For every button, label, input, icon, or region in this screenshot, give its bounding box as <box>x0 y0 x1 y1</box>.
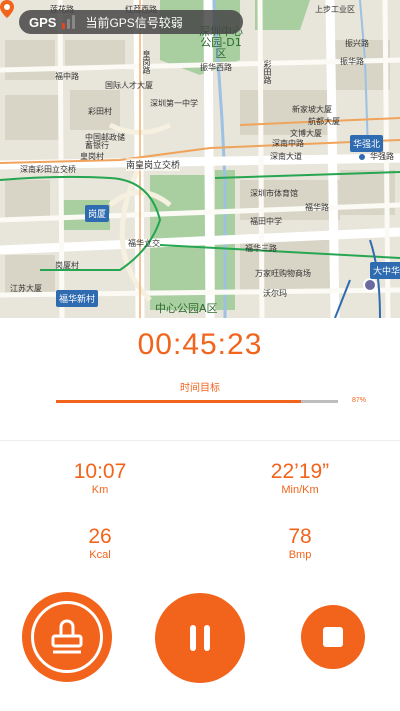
stop-button[interactable] <box>301 605 365 669</box>
map-label: 文博大厦 <box>290 129 322 138</box>
location-pin-icon[interactable] <box>0 0 14 18</box>
map-label: 福田中学 <box>250 217 282 226</box>
metro-station: 大中华立交桥 <box>370 262 400 279</box>
pin-label: 南皇岗立交桥 <box>126 158 181 171</box>
goal-progress-fill <box>56 400 302 403</box>
map-label: 振华路 <box>340 57 364 66</box>
map-label: 福中路 <box>55 72 79 81</box>
map-label: 福华路 <box>305 203 329 212</box>
map-label: 沃尔玛 <box>263 289 287 298</box>
map-label: 福华立交 <box>128 239 160 248</box>
map-label: 深圳市体育馆 <box>250 189 298 198</box>
stat-pace: 22’19” Min/Km <box>250 460 350 497</box>
map-label: 深南彩田立交桥 <box>20 165 76 174</box>
stat-distance-value: 10:07 <box>73 460 127 483</box>
map-label: 皇岗路 <box>142 50 151 74</box>
gps-signal-bar <box>67 19 71 29</box>
elapsed-timer: 00:45:23 <box>137 328 263 361</box>
goal-label: 时间目标 <box>180 383 220 394</box>
map-label: 华强路 <box>370 152 394 161</box>
stat-distance: 10:07 Km <box>50 460 150 497</box>
lock-button-ring <box>31 601 103 673</box>
gps-label: GPS <box>29 14 57 30</box>
map-label: 江苏大厦 <box>10 284 42 293</box>
map-label: 彩田村 <box>88 107 112 116</box>
stat-pace-unit: Min/Km <box>281 484 319 497</box>
map-label: 国际人才大厦 <box>105 81 153 90</box>
map-label: 新家坡大厦 <box>292 105 332 114</box>
stat-pace-value: 22’19” <box>270 460 330 483</box>
gps-signal-bar <box>72 15 76 29</box>
stat-distance-unit: Km <box>91 484 109 497</box>
map-label: 福华三路 <box>245 244 277 253</box>
pause-icon <box>190 625 210 651</box>
run-tracking-screen: 莲花路 红荔西路 上步工业区 深圳中心公园-D1区 振华西路 振华路 振兴路 皇… <box>0 0 400 711</box>
stat-heart-rate: 78 Bmp <box>250 525 350 562</box>
goal-progress-percent: 87% <box>352 397 367 404</box>
map-label: 中心公园A区 <box>155 302 218 315</box>
map-label: 岗厦村 <box>55 261 79 270</box>
map-label: 皇岗村 <box>80 152 104 161</box>
map-label: 振兴路 <box>345 39 369 48</box>
map-label: 万家旺购物商场 <box>255 269 311 278</box>
metro-station: 岗厦 <box>85 205 110 222</box>
metro-station: 华强北 <box>350 135 384 152</box>
stat-heart-rate-value: 78 <box>288 525 312 548</box>
stat-heart-rate-unit: Bmp <box>288 549 312 562</box>
gps-status-bar: GPS 当前GPS信号较弱 <box>19 10 243 34</box>
gps-signal-icon <box>62 15 76 29</box>
stat-calories-value: 26 <box>88 525 112 548</box>
divider <box>0 440 400 441</box>
map-label: 振华西路 <box>200 63 232 72</box>
lock-icon <box>51 619 83 654</box>
map-label: 航都大厦 <box>308 117 340 126</box>
stop-icon <box>323 627 343 647</box>
stat-calories: 26 Kcal <box>50 525 150 562</box>
map-label: 上步工业区 <box>315 5 355 14</box>
goal-progress-bar <box>56 400 338 403</box>
gps-status-text: 当前GPS信号较弱 <box>85 15 183 30</box>
pause-button[interactable] <box>155 593 245 683</box>
stat-calories-unit: Kcal <box>89 549 111 562</box>
map-label: 深圳第一中学 <box>150 99 198 108</box>
map-label: 中国邮政储蓄银行 <box>85 133 125 150</box>
map-label: 深南中路 <box>272 139 304 148</box>
map-label: 彩田路 <box>263 60 272 84</box>
metro-station: 福华新村 <box>56 290 99 307</box>
map-label: 深南大道 <box>270 152 302 161</box>
lock-button[interactable] <box>22 592 112 682</box>
map-view[interactable]: 莲花路 红荔西路 上步工业区 深圳中心公园-D1区 振华西路 振华路 振兴路 皇… <box>0 0 400 318</box>
gps-signal-bar <box>62 23 66 29</box>
